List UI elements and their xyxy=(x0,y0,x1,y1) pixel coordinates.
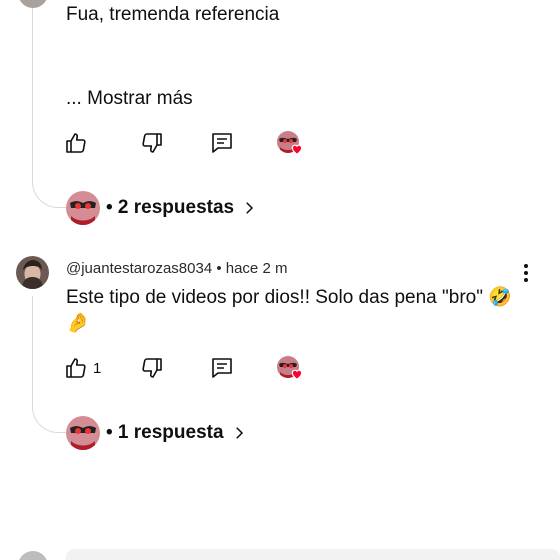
comment-icon xyxy=(212,358,232,378)
thread-line-top xyxy=(32,0,66,208)
reply-button[interactable] xyxy=(210,131,234,155)
add-comment-input[interactable] xyxy=(66,549,560,560)
more-options-button[interactable] xyxy=(518,262,534,284)
reply-avatar xyxy=(66,416,100,450)
reply-button[interactable] xyxy=(210,356,234,380)
replies-toggle[interactable]: • 2 respuestas xyxy=(66,191,258,225)
comment-text-line2: 🤌 xyxy=(66,313,90,334)
comment-author[interactable]: @juantestarozas8034 xyxy=(66,260,212,277)
creator-heart xyxy=(277,356,303,380)
comment-time: • hace 2 m xyxy=(216,260,288,277)
show-more-link[interactable]: ... Mostrar más xyxy=(66,86,193,112)
dislike-button[interactable] xyxy=(140,356,164,380)
thread-line-second xyxy=(32,296,66,433)
thumb-up-icon xyxy=(66,133,86,153)
reply-avatar xyxy=(66,191,100,225)
like-count: 1 xyxy=(93,360,102,377)
creator-heart-icon xyxy=(291,144,303,155)
replies-count: • 2 respuestas xyxy=(106,197,235,218)
like-button[interactable] xyxy=(64,131,88,155)
replies-count: • 1 respuesta xyxy=(106,422,224,443)
current-user-avatar xyxy=(18,551,48,560)
comment-meta: @juantestarozas8034 • hace 2 m xyxy=(66,260,287,277)
thumb-up-icon xyxy=(66,358,86,378)
comment-icon xyxy=(212,133,232,153)
avatar[interactable] xyxy=(16,256,49,289)
chevron-right-icon xyxy=(246,202,254,214)
comment-text: Fua, tremenda referencia xyxy=(66,4,280,25)
creator-heart xyxy=(277,131,303,155)
replies-toggle[interactable]: • 1 respuesta xyxy=(66,416,248,450)
thumb-down-icon xyxy=(142,358,162,378)
dislike-button[interactable] xyxy=(140,131,164,155)
thumb-down-icon xyxy=(142,133,162,153)
creator-heart-icon xyxy=(291,369,303,380)
more-vert-icon xyxy=(518,264,534,282)
comment-text: Este tipo de videos por dios!! Solo das … xyxy=(66,287,512,308)
like-button[interactable] xyxy=(64,356,88,380)
chevron-right-icon xyxy=(235,427,243,439)
